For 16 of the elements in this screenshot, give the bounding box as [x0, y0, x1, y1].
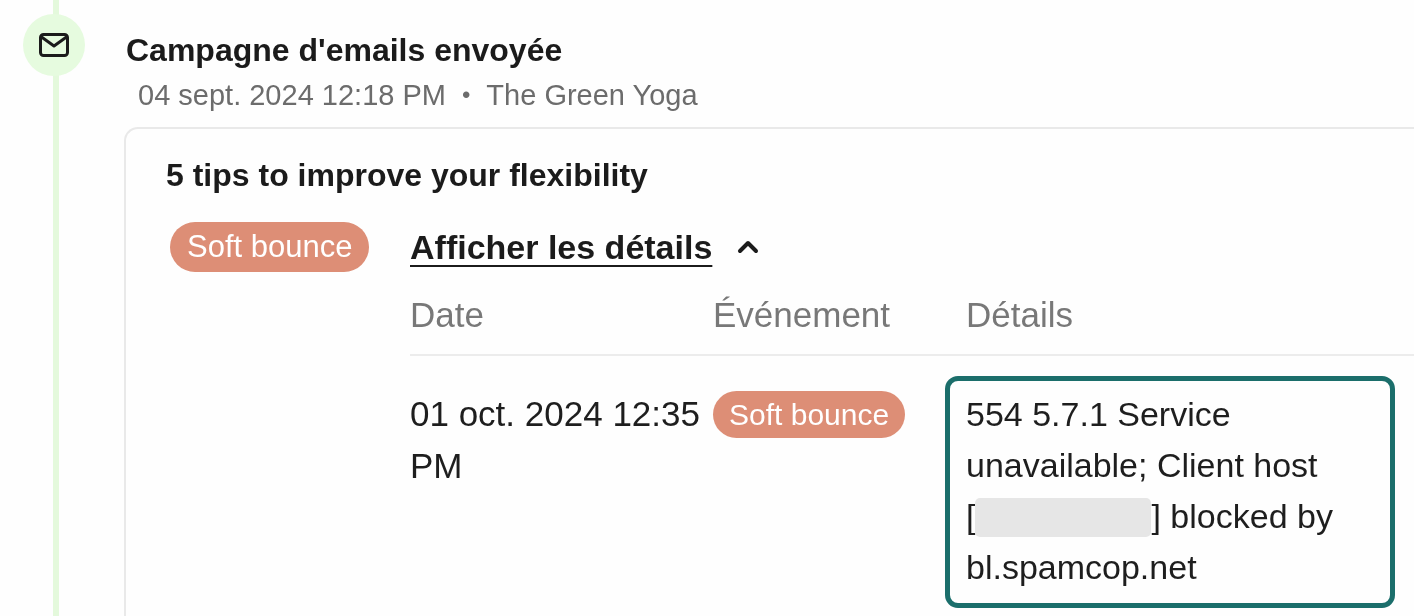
details-text: 554 5.7.1 Service unavailable; Client host — [966, 394, 1319, 486]
status-badge: Soft bounce — [713, 391, 906, 438]
event-date: 04 sept. 2024 12:18 PM — [138, 78, 446, 113]
sender-name: The Green Yoga — [486, 78, 698, 113]
column-header: Date — [410, 295, 484, 334]
details-text: [ — [966, 497, 976, 535]
details-toggle[interactable]: Afficher les détails — [410, 222, 760, 272]
bullet-separator: • — [461, 80, 471, 110]
details-text: bl.spamcop.net — [966, 547, 1198, 588]
status-badge: Soft bounce — [170, 222, 370, 272]
details-text: ] blocked by — [1151, 497, 1333, 535]
table-cell-text: 01 oct. 2024 12:35 PM — [410, 393, 701, 487]
campaign-subject: 5 tips to improve your flexibility — [166, 156, 649, 195]
event-title: Campagne d'emails envoyée — [126, 31, 564, 70]
column-header: Événement — [713, 295, 891, 334]
column-header: Détails — [966, 295, 1073, 334]
